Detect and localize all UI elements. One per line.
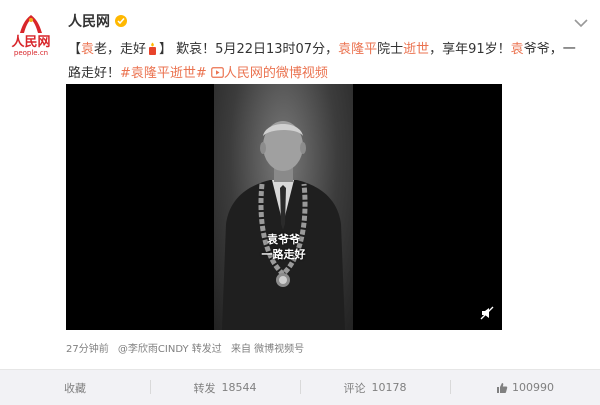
subtitle-line-2: 一路走好 [261, 248, 306, 261]
people-daily-logo-icon [20, 15, 42, 33]
repost-count: 18544 [221, 381, 257, 394]
video-link-icon [210, 67, 224, 78]
post-segment: 】 歎哀！5月22日13时07分， [159, 42, 339, 57]
post-segment: 老，走好 [94, 42, 147, 57]
like-button[interactable]: 100990 [450, 370, 600, 405]
video-source-link[interactable]: 人民网的微博视频 [224, 66, 328, 81]
logo-domain: people.cn [13, 49, 49, 57]
post-meta: 27分钟前 @李欣雨CINDY 转发过 来自 微博视频号 [66, 340, 310, 355]
post-source[interactable]: 来自 微博视频号 [231, 344, 304, 355]
favorite-button[interactable]: 收藏 [0, 370, 150, 405]
post-segment[interactable]: 袁 [81, 42, 94, 57]
logo-text: 人民网 [11, 35, 51, 50]
thumbs-up-icon [497, 382, 508, 393]
comment-button[interactable]: 评论 10178 [300, 370, 450, 405]
hashtag-link[interactable]: #袁隆平逝世# [120, 66, 207, 81]
verified-badge-icon [115, 15, 127, 27]
video-subtitle: 袁爷爷 一路走好 [214, 232, 353, 262]
comment-count: 10178 [371, 381, 407, 394]
post-segment: 【 [68, 42, 82, 57]
mute-volume-icon[interactable] [480, 306, 494, 320]
post-segment: 院士 [377, 42, 404, 57]
account-name-row: 人民网 [68, 11, 127, 31]
portrait-photo [222, 121, 345, 330]
post-keyword-link[interactable]: 逝世 [403, 42, 429, 57]
action-bar: 收藏 转发 18544 评论 10178 100990 [0, 369, 600, 405]
comment-label: 评论 [343, 381, 366, 395]
repost-label: 转发 [193, 381, 216, 395]
forwarded-by[interactable]: @李欣雨CINDY 转发过 [118, 344, 222, 355]
chevron-down-icon[interactable] [574, 18, 588, 28]
candle-emoji-icon [149, 42, 157, 55]
video-player[interactable]: 袁爷爷 一路走好 [66, 84, 502, 330]
account-name[interactable]: 人民网 [68, 11, 110, 31]
post-keyword-link[interactable]: 袁 [511, 42, 524, 57]
like-count: 100990 [512, 381, 554, 394]
post-keyword-link[interactable]: 袁隆平 [338, 42, 377, 57]
favorite-label: 收藏 [64, 381, 86, 395]
weibo-post-card: 人民网 people.cn 人民网 【袁老，走好】 歎哀！5月22日13时07分… [0, 0, 600, 405]
video-frame: 袁爷爷 一路走好 [214, 84, 353, 330]
post-time[interactable]: 27分钟前 [66, 344, 109, 355]
post-text: 【袁老，走好】 歎哀！5月22日13时07分，袁隆平院士逝世，享年91岁！袁爷爷… [68, 38, 578, 86]
account-avatar[interactable]: 人民网 people.cn [6, 10, 56, 60]
repost-button[interactable]: 转发 18544 [150, 370, 300, 405]
subtitle-line-1: 袁爷爷 [267, 233, 300, 246]
post-segment: ，享年91岁！ [429, 42, 511, 57]
